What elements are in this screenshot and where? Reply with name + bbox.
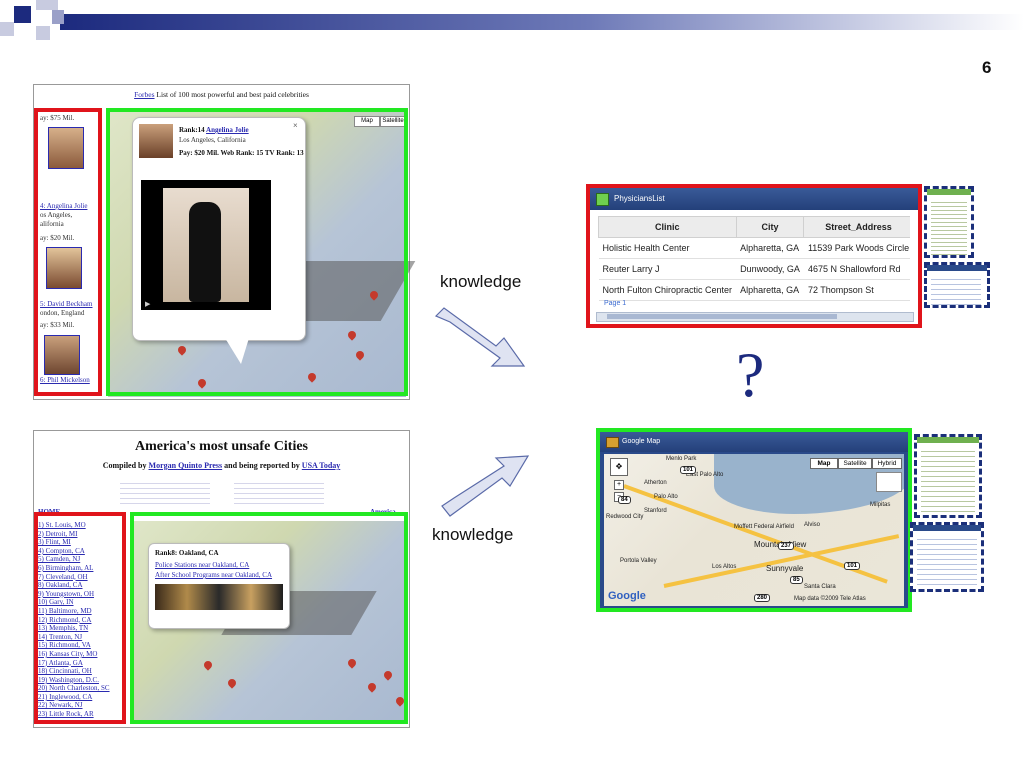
highway-shield: 101 — [680, 466, 697, 474]
header-square-grey1 — [36, 0, 58, 10]
map-button-map[interactable]: Map — [810, 458, 838, 469]
highway-shield: 237 — [778, 542, 795, 550]
map-widget-icon — [606, 437, 619, 448]
mini-panel-lines — [931, 275, 981, 305]
physicians-title: PhysiciansList — [614, 194, 665, 203]
cities-subtitle: Compiled by Morgan Quinto Press and bein… — [34, 461, 409, 470]
celebrity-header: Forbes List of 100 most powerful and bes… — [34, 89, 409, 100]
map-place-label: Stanford — [644, 508, 667, 514]
list-icon — [596, 193, 609, 206]
map-place-label: Sunnyvale — [766, 564, 804, 573]
table-row[interactable]: Holistic Health Center Alpharetta, GA 1153… — [598, 237, 910, 259]
arrow-up-right — [441, 455, 530, 517]
knowledge-label-bottom: knowledge — [432, 525, 514, 544]
map-place-label: Menlo Park — [666, 456, 697, 462]
map-place-label: Redwood City — [606, 514, 644, 520]
table-cell: Reuter Larry J — [598, 258, 737, 280]
map-place-label: Alviso — [804, 522, 821, 528]
physicians-header-row: ClinicCityStreet_AddressZipCo — [598, 216, 910, 238]
arrow-down-right — [434, 307, 526, 367]
google-map-title: Google Map — [622, 438, 661, 445]
page-number: 6 — [982, 58, 992, 77]
celebrity-list-highlight — [34, 108, 102, 396]
highway-shield: 84 — [618, 496, 631, 504]
table-row[interactable]: North Fulton Chiropractic Center Alpharet… — [598, 279, 910, 301]
pager-link[interactable]: Page 1 — [604, 300, 626, 307]
map-copyright: Map data ©2009 Tele Atlas — [794, 596, 866, 602]
question-mark: ? — [736, 339, 765, 410]
mini-panel-header — [927, 265, 987, 271]
subtitle-mid: and being reported by — [222, 461, 302, 470]
mini-panel-lines — [921, 447, 975, 515]
column-header[interactable]: Clinic — [598, 216, 737, 238]
header-square-navy — [14, 6, 31, 23]
physicians-table: ClinicCityStreet_AddressZipCo Holistic H… — [598, 216, 910, 301]
knowledge-label-top: knowledge — [440, 272, 522, 291]
table-row[interactable]: Reuter Larry J Dunwoody, GA 4675 N Shallow… — [598, 258, 910, 280]
mini-panel-header — [913, 525, 981, 531]
mini-panel-header — [927, 189, 971, 195]
morgan-quinto-link[interactable]: Morgan Quinto Press — [149, 461, 223, 470]
highway-shield: 101 — [844, 562, 861, 570]
header-text: List of 100 most powerful and best paid … — [154, 90, 309, 99]
table-cell: Alpharetta, GA — [736, 237, 804, 259]
scroll-thumb[interactable] — [607, 314, 837, 319]
header-square-grey2 — [0, 22, 14, 36]
column-header[interactable]: Street_Address — [803, 216, 910, 238]
table-cell: 72 Thompson St — [803, 279, 910, 301]
map-place-label: Palo Alto — [654, 494, 678, 500]
google-map-titlebar: Google Map — [600, 432, 908, 452]
table-cell: 11539 Park Woods Circle — [803, 237, 910, 259]
map-place-label: Atherton — [644, 480, 667, 486]
physicians-titlebar: PhysiciansList — [590, 188, 918, 210]
cities-map-highlight — [130, 512, 408, 724]
forbes-link[interactable]: Forbes — [134, 90, 154, 99]
overview-map[interactable] — [876, 472, 902, 492]
table-cell: Holistic Health Center — [598, 237, 737, 259]
google-map-widget: Google Map Map Satellite Hybrid ✥ + − Me… — [596, 428, 912, 612]
map-button-hybrid[interactable]: Hybrid — [872, 458, 902, 469]
celebrity-map-highlight — [106, 108, 408, 396]
mini-panel-header — [917, 437, 979, 443]
zoom-in-button[interactable]: + — [614, 480, 624, 490]
horizontal-scrollbar[interactable] — [596, 312, 914, 322]
physicians-widget: PhysiciansList ClinicCityStreet_AddressZ… — [586, 184, 922, 328]
mini-panel-lines — [931, 199, 967, 255]
ad-block — [234, 479, 324, 505]
highway-shield: 280 — [754, 594, 771, 602]
mini-panel-lines — [917, 535, 977, 589]
map-place-label: Portola Valley — [620, 558, 657, 564]
subtitle-prefix: Compiled by — [102, 461, 149, 470]
usa-today-link[interactable]: USA Today — [302, 461, 340, 470]
header-square-grey4 — [52, 10, 64, 24]
cities-title: America's most unsafe Cities — [134, 439, 309, 454]
mini-panel-top-1 — [924, 186, 974, 258]
highway-shield: 85 — [790, 576, 803, 584]
pan-control[interactable]: ✥ — [610, 458, 628, 476]
header-square-grey3 — [36, 26, 50, 40]
map-place-label: Milpitas — [870, 502, 891, 508]
google-map-canvas[interactable]: Map Satellite Hybrid ✥ + − Menlo ParkEas… — [604, 454, 904, 606]
cities-list-highlight — [34, 512, 126, 724]
map-place-label: Moffett Federal Airfield — [734, 524, 794, 530]
google-logo: Google — [608, 590, 646, 602]
physicians-table-area: ClinicCityStreet_AddressZipCo Holistic H… — [598, 216, 910, 308]
physicians-body: Holistic Health Center Alpharetta, GA 1153… — [598, 237, 910, 301]
header-bar — [60, 14, 1024, 30]
mini-panel-bottom-2 — [910, 522, 984, 592]
ad-block — [120, 479, 210, 505]
table-cell: 4675 N Shallowford Rd — [803, 258, 910, 280]
mini-panel-top-2 — [924, 262, 990, 308]
mini-panel-bottom-1 — [914, 434, 982, 518]
map-place-label: Los Altos — [712, 564, 737, 570]
table-cell: North Fulton Chiropractic Center — [598, 279, 737, 301]
column-header[interactable]: City — [735, 216, 805, 238]
table-cell: Alpharetta, GA — [736, 279, 804, 301]
table-cell: Dunwoody, GA — [736, 258, 804, 280]
map-place-label: Santa Clara — [804, 584, 836, 590]
map-button-satellite[interactable]: Satellite — [838, 458, 872, 469]
